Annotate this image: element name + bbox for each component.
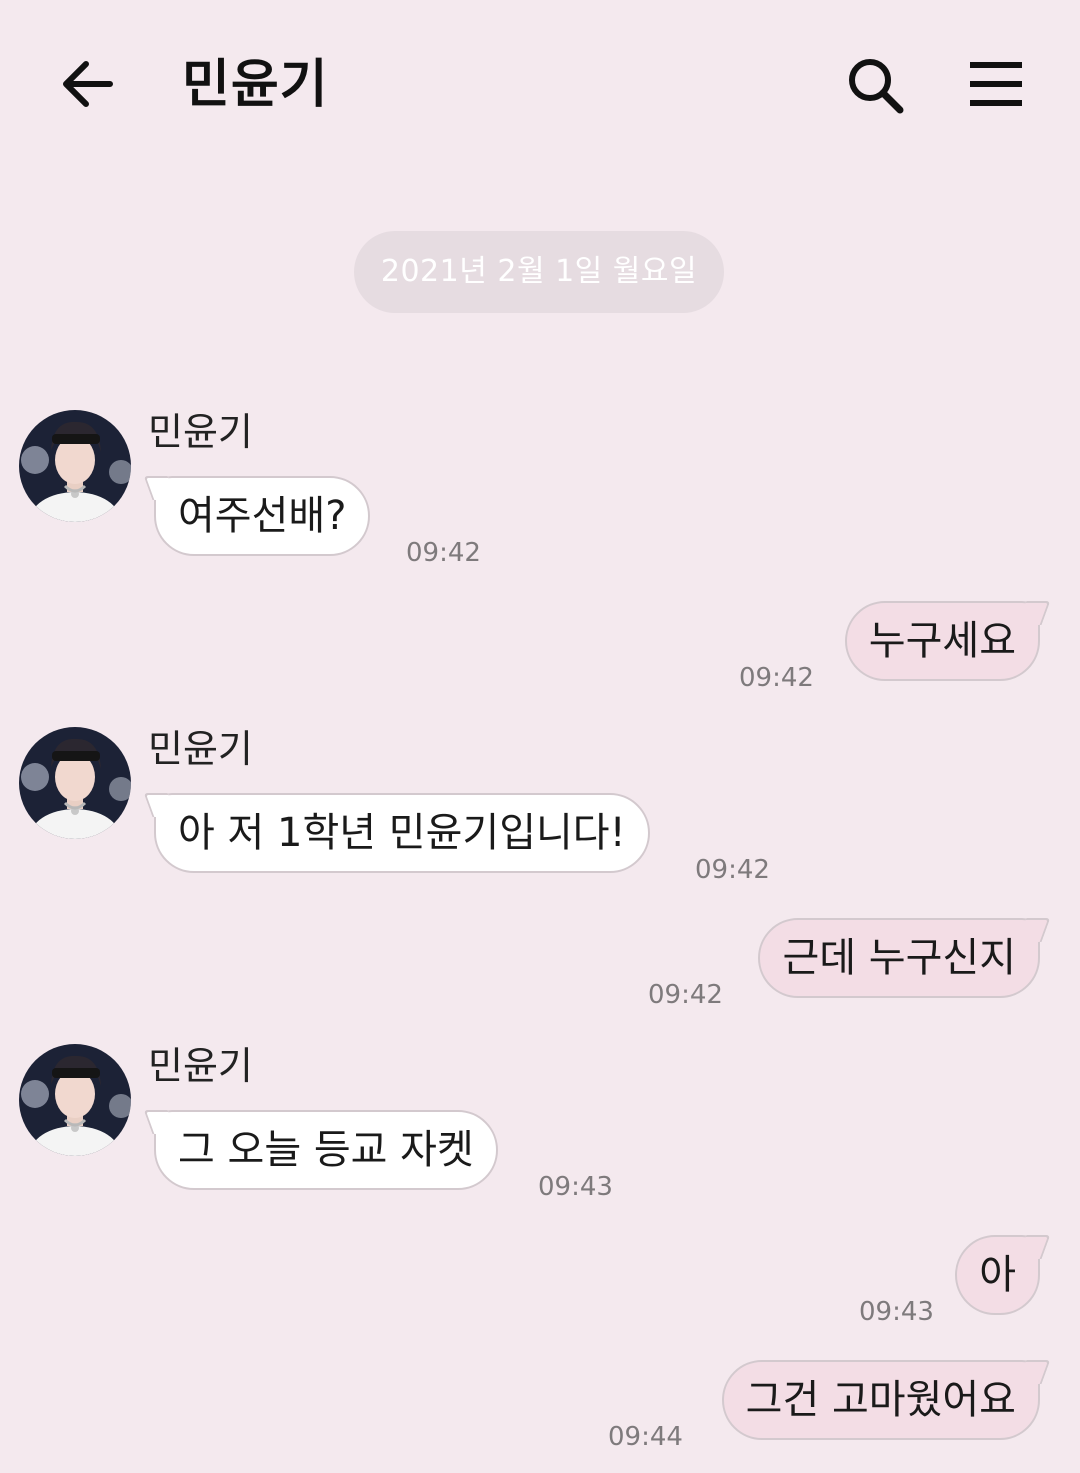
profile-photo-icon <box>19 410 131 522</box>
message-bubble-outgoing[interactable]: 근데 누구신지 <box>758 918 1040 998</box>
back-button[interactable] <box>58 56 118 112</box>
message-time: 09:42 <box>695 855 770 885</box>
message-bubble-outgoing[interactable]: 누구세요 <box>844 601 1040 681</box>
message-time: 09:42 <box>406 538 481 568</box>
message-bubble-incoming[interactable]: 여주선배? <box>154 476 371 556</box>
message-time: 09:43 <box>538 1172 613 1202</box>
message-bubble-incoming[interactable]: 그 오늘 등교 자켓 <box>154 1110 498 1190</box>
search-icon <box>849 59 904 114</box>
message-time: 09:43 <box>859 1297 934 1327</box>
avatar[interactable] <box>19 727 131 839</box>
hamburger-menu-icon <box>970 62 1022 106</box>
message-bubble-outgoing[interactable]: 그건 고마웠어요 <box>721 1360 1040 1440</box>
arrow-left-icon <box>63 61 113 107</box>
sender-name: 민윤기 <box>148 1044 253 1088</box>
menu-button[interactable] <box>966 58 1026 110</box>
search-button[interactable] <box>844 54 908 118</box>
chat-header: 민윤기 <box>0 0 1080 170</box>
sender-name: 민윤기 <box>148 410 253 454</box>
message-bubble-incoming[interactable]: 아 저 1학년 민윤기입니다! <box>154 793 650 873</box>
profile-photo-icon <box>19 727 131 839</box>
chat-title: 민윤기 <box>182 55 329 115</box>
message-time: 09:44 <box>608 1422 683 1452</box>
avatar[interactable] <box>19 1044 131 1156</box>
date-divider: 2021년 2월 1일 월요일 <box>354 231 724 313</box>
profile-photo-icon <box>19 1044 131 1156</box>
message-time: 09:42 <box>648 980 723 1010</box>
message-bubble-outgoing[interactable]: 아 <box>955 1235 1040 1315</box>
sender-name: 민윤기 <box>148 727 253 771</box>
avatar[interactable] <box>19 410 131 522</box>
message-time: 09:42 <box>739 663 814 693</box>
